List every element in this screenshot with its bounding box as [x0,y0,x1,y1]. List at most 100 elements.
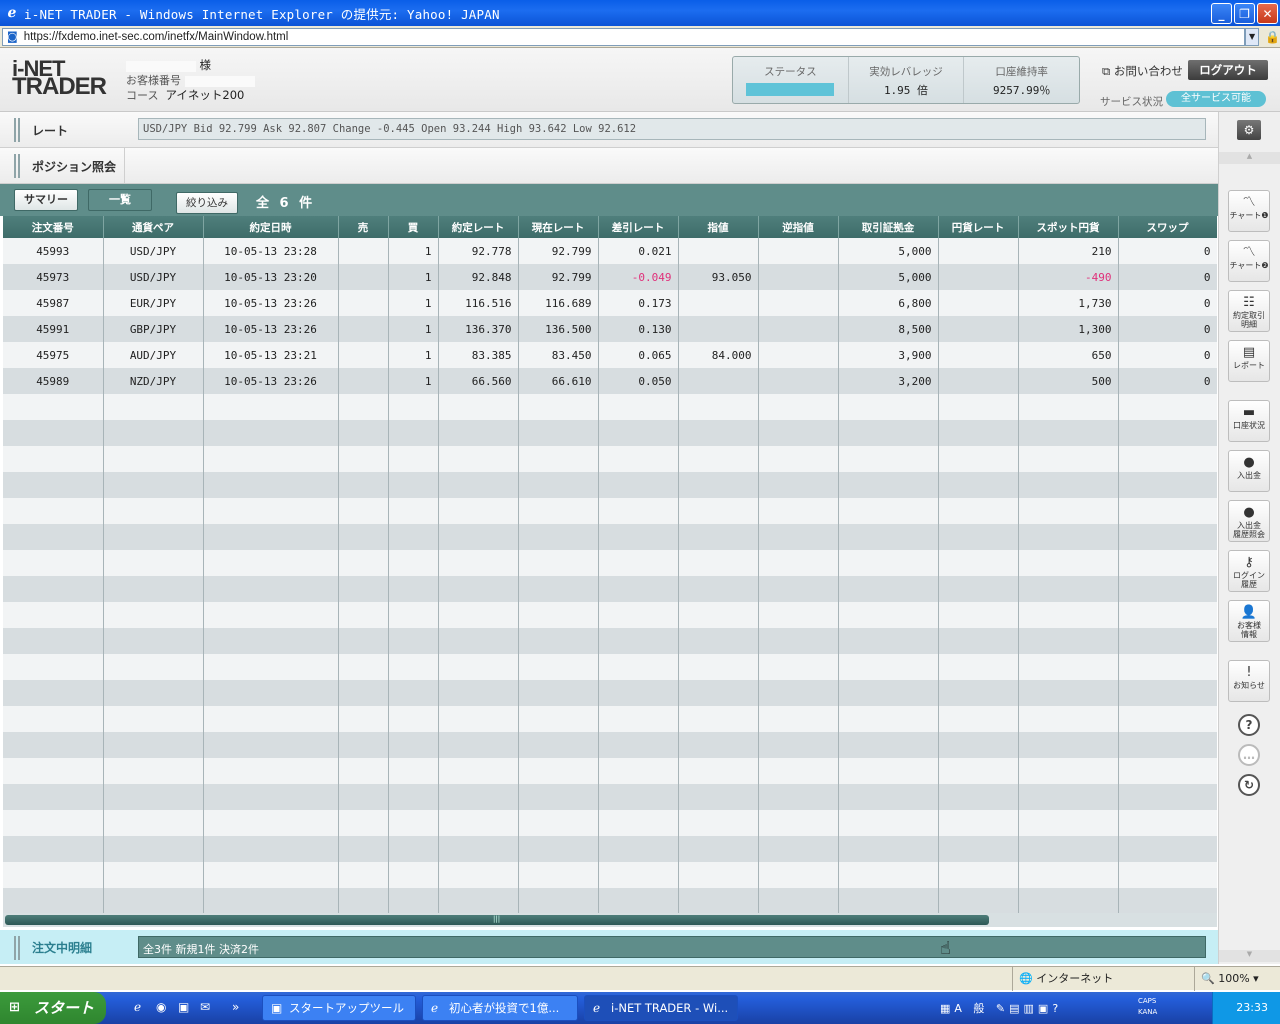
table-cell: 0 [1118,316,1217,342]
task-ie-blog[interactable]: ℯ 初心者が投資で1億... [422,995,578,1021]
column-header[interactable]: 逆指値 [758,216,839,238]
lock-icon[interactable]: 🔒 [1265,30,1280,44]
customer-info-button[interactable]: 👤 お客様 情報 [1228,600,1270,642]
horizontal-scrollbar[interactable]: ||| [3,913,1217,927]
table-cell [103,446,204,472]
table-cell [838,576,939,602]
table-cell [1018,550,1119,576]
filter-button[interactable]: 絞り込み [176,192,238,214]
table-cell: 0.130 [598,316,679,342]
login-history-button[interactable]: ⚷ ログイン 履歴 [1228,550,1270,592]
account-status-button[interactable]: ▬ 口座状況 [1228,400,1270,442]
table-cell [518,446,599,472]
table-cell [438,394,519,420]
chat-icon[interactable]: … [1238,744,1260,766]
deposit-history-button[interactable]: ● 入出金 履歴照会 [1228,500,1270,542]
logout-button[interactable]: ログアウト [1188,60,1268,80]
ime-mode: A 般 [954,1002,989,1015]
chart1-button[interactable]: 〽 チャート❶ [1228,190,1270,232]
outlook-quicklaunch-icon[interactable]: ✉ [200,1000,210,1014]
more-quicklaunch-icon[interactable]: » [232,1000,239,1014]
section-grip-icon[interactable] [14,936,20,960]
table-cell [838,680,939,706]
deposit-button[interactable]: ● 入出金 [1228,450,1270,492]
table-cell [103,472,204,498]
chart2-button[interactable]: 〽 チャート❷ [1228,240,1270,282]
table-cell [598,758,679,784]
ie-quicklaunch-icon[interactable]: ℯ [134,1000,141,1014]
column-header[interactable]: 取引証拠金 [838,216,939,238]
side-scroll-down[interactable]: ▼ [1219,950,1280,962]
refresh-icon[interactable]: ↻ [1238,774,1260,796]
excel-quicklaunch-icon[interactable]: ▣ [178,1000,189,1014]
address-dropdown-button[interactable]: ▼ [1245,27,1260,46]
column-header[interactable]: スワップ [1118,216,1217,238]
contact-link[interactable]: ⧉ お問い合わせ [1102,63,1183,79]
trade-details-button[interactable]: ☷ 約定取引 明細 [1228,290,1270,332]
table-cell [3,550,104,576]
column-header[interactable]: 買 [388,216,439,238]
column-header[interactable]: 円貨レート [938,216,1019,238]
table-cell [203,888,339,913]
table-cell [838,446,939,472]
table-row[interactable]: 45993 USD/JPY 10-05-13 23:28 1 92.778 92.799 0… [3,238,1217,264]
column-header[interactable]: 売 [338,216,389,238]
section-grip-icon[interactable] [14,118,20,142]
system-tray-icons[interactable]: ▦A 般 ✎▤▥▣? [940,1000,1062,1016]
table-cell [838,524,939,550]
table-cell [338,316,389,342]
empty-row [3,810,1217,836]
table-cell [758,316,839,342]
column-header[interactable]: 約定日時 [203,216,339,238]
column-header[interactable]: 通貨ペア [103,216,204,238]
table-cell [203,524,339,550]
table-cell [758,394,839,420]
chart2-label: チャート❷ [1229,261,1269,270]
table-cell [1018,888,1119,913]
column-header[interactable]: 約定レート [438,216,519,238]
side-scroll-up[interactable]: ▲ [1219,152,1280,164]
column-header[interactable]: 注文番号 [3,216,104,238]
column-header[interactable]: 現在レート [518,216,599,238]
close-button[interactable]: ✕ [1257,3,1278,24]
minimize-button[interactable]: _ [1211,3,1232,24]
empty-row [3,706,1217,732]
table-row[interactable]: 45989 NZD/JPY 10-05-13 23:26 1 66.560 66.610 0… [3,368,1217,394]
task-startup-tool[interactable]: ▣ スタートアップツール [262,995,416,1021]
logo: i-NET TRADER [12,58,107,99]
tab-summary[interactable]: サマリー [14,189,78,211]
table-cell [678,368,759,394]
table-cell: GBP/JPY [103,316,204,342]
tab-list[interactable]: 一覧 [88,189,152,211]
table-row[interactable]: 45987 EUR/JPY 10-05-13 23:26 1 116.516 116.68… [3,290,1217,316]
table-row[interactable]: 45973 USD/JPY 10-05-13 23:20 1 92.848 92.799-… [3,264,1217,290]
notice-button[interactable]: ! お知らせ [1228,660,1270,702]
column-header[interactable]: 差引レート [598,216,679,238]
table-cell [438,836,519,862]
section-grip-icon[interactable] [14,154,20,178]
zoom-control[interactable]: 🔍 100% ▾ [1194,967,1259,991]
table-cell [1118,784,1217,810]
position-table: 注文番号 通貨ペア 約定日時売買約定レート 現在レート 差引レート 指値 逆指値 取引証拠金円… [3,216,1217,913]
money-bag-icon: ● [1243,455,1255,470]
position-count: 全 6 件 [256,196,316,211]
orders-summary[interactable]: 全3件 新規1件 決済2件 [138,936,1206,958]
money-history-icon: ● [1243,505,1255,520]
start-button[interactable]: ⊞ スタート [0,992,106,1024]
column-header[interactable]: 指値 [678,216,759,238]
report-button[interactable]: ▤ レポート [1228,340,1270,382]
task-inet-trader[interactable]: ℯ i-NET TRADER - Wi... [584,995,738,1021]
table-cell [203,784,339,810]
table-cell [388,706,439,732]
empty-row [3,394,1217,420]
table-cell: 66.560 [438,368,519,394]
app-quicklaunch-icon[interactable]: ◉ [156,1000,166,1014]
column-header[interactable]: スポット円貨 [1018,216,1119,238]
help-icon[interactable]: ? [1238,714,1260,736]
position-toolbar: サマリー 一覧 絞り込み 全 6 件 [0,184,1218,216]
restore-button[interactable]: ❐ [1234,3,1255,24]
table-row[interactable]: 45991 GBP/JPY 10-05-13 23:26 1 136.370 136.50… [3,316,1217,342]
url-input[interactable]: ◙ https://fxdemo.inet-sec.com/inetfx/Mai… [2,27,1246,46]
gear-icon[interactable]: ⚙ [1237,120,1261,140]
table-row[interactable]: 45975 AUD/JPY 10-05-13 23:21 1 83.385 83.450 0… [3,342,1217,368]
